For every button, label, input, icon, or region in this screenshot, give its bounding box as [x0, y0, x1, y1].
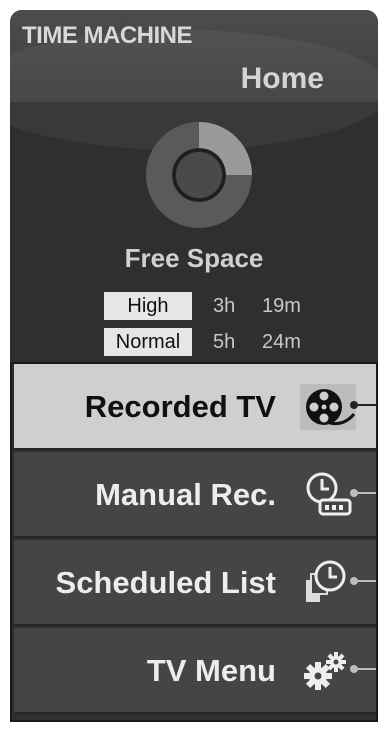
- menu-item-tv-menu[interactable]: TV Menu: [14, 628, 376, 714]
- page-title: Home: [240, 62, 324, 95]
- menu-item-scheduled-list[interactable]: Scheduled List: [14, 540, 376, 626]
- remaining-minutes: 24m: [262, 331, 301, 353]
- time-machine-panel: TIME MACHINE Home Free Space High 3h 19m…: [10, 10, 378, 722]
- header: TIME MACHINE Home: [10, 10, 378, 150]
- connector-line: [350, 577, 376, 585]
- film-reel-icon: [300, 384, 356, 430]
- menu-item-recorded-tv[interactable]: Recorded TV: [14, 364, 376, 450]
- quality-row-normal: Normal 5h 24m: [10, 328, 378, 356]
- menu-item-label: Recorded TV: [84, 389, 276, 424]
- connector-line: [350, 665, 376, 673]
- free-space-label: Free Space: [124, 243, 264, 273]
- menu-item-manual-rec[interactable]: Manual Rec.: [14, 452, 376, 538]
- gears-icon: [304, 652, 346, 690]
- quality-label: Normal: [104, 328, 192, 356]
- main-menu: Recorded TV Manual Rec. Scheduled List T…: [10, 362, 378, 722]
- quality-row-high: High 3h 19m: [10, 292, 378, 320]
- free-space-chart: [146, 122, 252, 228]
- remaining-hours: 5h: [213, 331, 236, 353]
- clock-record-icon: [306, 472, 352, 516]
- brand-title: TIME MACHINE: [22, 22, 193, 49]
- connector-line: [350, 401, 376, 409]
- connector-line: [350, 489, 376, 497]
- quality-label: High: [104, 292, 192, 320]
- remaining-minutes: 19m: [262, 295, 301, 317]
- schedule-clock-icon: [306, 560, 346, 602]
- menu-item-label: Manual Rec.: [95, 477, 276, 512]
- menu-item-label: TV Menu: [146, 653, 276, 688]
- menu-item-label: Scheduled List: [55, 565, 276, 600]
- remaining-hours: 3h: [213, 295, 236, 317]
